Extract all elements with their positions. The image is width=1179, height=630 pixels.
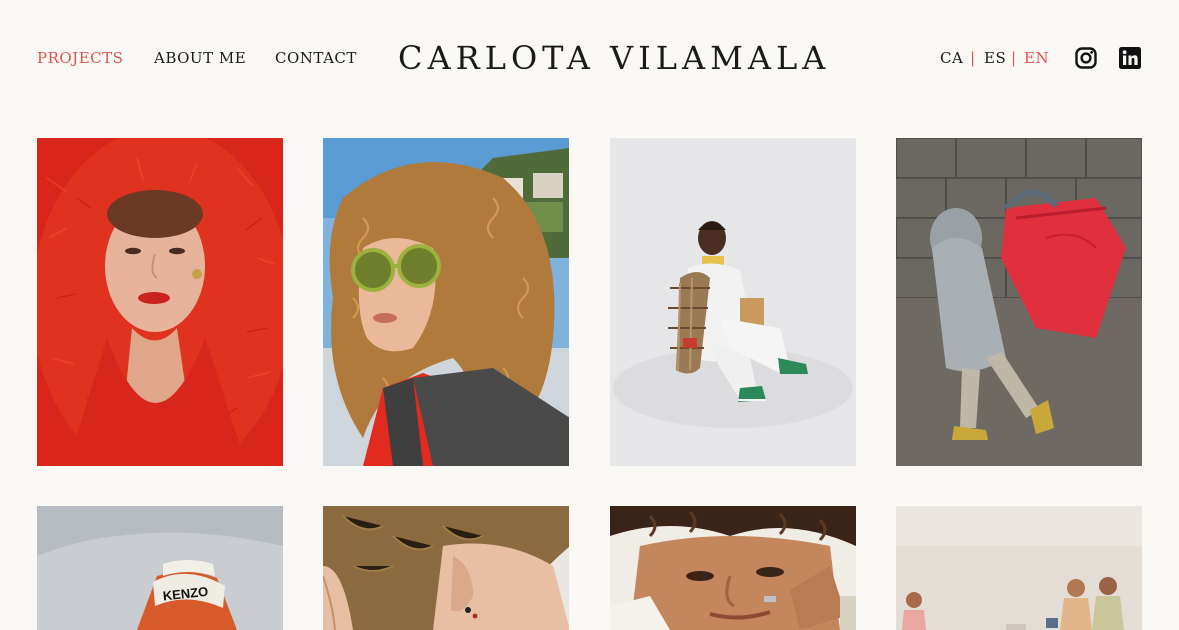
project-tile-red-fur[interactable] xyxy=(37,138,283,466)
nav-contact-link[interactable]: CONTACT xyxy=(275,48,357,68)
lang-ca-link[interactable]: CA xyxy=(940,48,963,68)
instagram-icon[interactable] xyxy=(1075,47,1097,69)
project-tile-man-portrait[interactable] xyxy=(610,506,856,630)
project-image-man-portrait xyxy=(610,506,856,630)
linkedin-icon[interactable] xyxy=(1119,47,1141,69)
project-image-curly-sunglasses xyxy=(323,138,569,466)
project-image-child-red-bag xyxy=(896,138,1142,466)
site-header: PROJECTS ABOUT ME CONTACT CARLOTA VILAMA… xyxy=(0,0,1179,118)
lang-en-link[interactable]: EN xyxy=(1024,48,1049,68)
project-tile-seated-sneakers[interactable] xyxy=(610,138,856,466)
lang-separator: | xyxy=(970,49,976,67)
project-image-seated-sneakers xyxy=(610,138,856,466)
project-image-red-fur xyxy=(37,138,283,466)
project-image-short-hair-earrings xyxy=(323,506,569,630)
project-tile-kids-group[interactable] xyxy=(896,506,1142,630)
project-image-kids-group xyxy=(896,506,1142,630)
lang-es-link[interactable]: ES xyxy=(984,48,1006,68)
nav-about-link[interactable]: ABOUT ME xyxy=(154,48,246,68)
project-image-kenzo-hat: KENZO xyxy=(37,506,283,630)
project-tile-kenzo-hat[interactable]: KENZO xyxy=(37,506,283,630)
nav-projects-link[interactable]: PROJECTS xyxy=(37,48,123,68)
project-tile-short-hair-earrings[interactable] xyxy=(323,506,569,630)
site-title[interactable]: CARLOTA VILAMALA xyxy=(398,38,825,78)
project-tile-child-red-bag[interactable] xyxy=(896,138,1142,466)
lang-separator: | xyxy=(1011,49,1017,67)
project-tile-curly-sunglasses[interactable] xyxy=(323,138,569,466)
